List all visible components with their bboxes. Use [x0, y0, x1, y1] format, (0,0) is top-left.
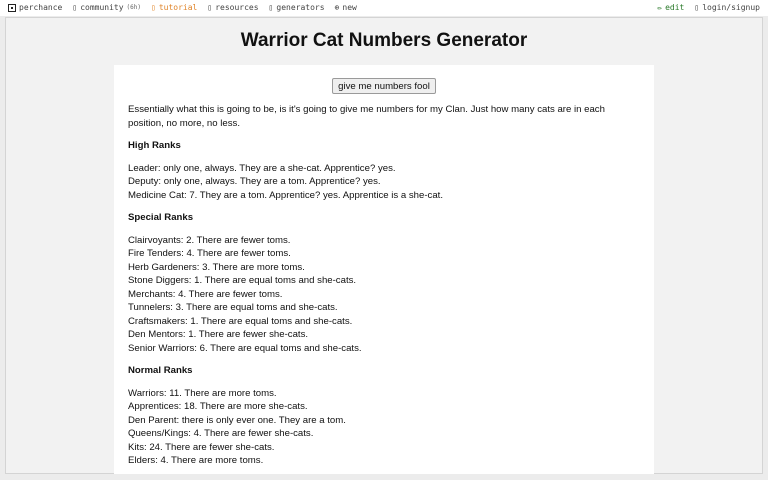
intro-text: Essentially what this is going to be, is… — [128, 104, 605, 129]
rank-line: Kits: 24. There are fewer she-cats. — [128, 441, 275, 453]
pencil-icon: ✏ — [657, 2, 663, 12]
nav-community-count: (6h) — [126, 4, 141, 11]
top-nav-right: ✏ edit ▯ login/signup — [657, 3, 760, 12]
rank-line: Clairvoyants: 2. There are fewer toms. — [128, 234, 291, 246]
book-icon: ▯ — [151, 2, 156, 12]
rank-line: Queens/Kings: 4. There are fewer she-cat… — [128, 428, 314, 439]
nav-login-label: login/signup — [702, 3, 760, 12]
folder-icon: ▯ — [207, 2, 213, 12]
rank-line: Merchants: 4. There are fewer toms. — [128, 288, 283, 300]
top-nav-bar: perchance ▯ community (6h) ▯ tutorial ▯ … — [0, 0, 768, 16]
nav-new-label: new — [342, 3, 357, 12]
nav-tutorial[interactable]: ▯ tutorial — [151, 3, 197, 12]
nav-resources-label: resources — [215, 3, 259, 12]
nav-generators-label: generators — [276, 3, 325, 12]
logo-icon — [8, 3, 16, 12]
user-icon: ▯ — [694, 2, 700, 12]
nav-new[interactable]: ⊕ new — [335, 3, 357, 12]
rank-line: Fire Tenders: 4. There are fewer toms. — [128, 248, 291, 259]
nav-login[interactable]: ▯ login/signup — [694, 3, 760, 12]
section-heading-normal-ranks: Normal Ranks — [128, 365, 193, 376]
rank-line: Apprentices: 18. There are more she-cats… — [128, 401, 308, 412]
rank-line: Leader: only one, always. They are a she… — [128, 162, 396, 174]
button-wrap: give me numbers fool — [128, 78, 640, 94]
rank-line: Den Mentors: 1. There are fewer she-cats… — [128, 329, 309, 340]
rank-line: Warriors: 11. There are more toms. — [128, 387, 277, 399]
list-icon: ▯ — [268, 2, 274, 12]
rank-line: Herb Gardeners: 3. There are more toms. — [128, 261, 305, 273]
top-nav-left: perchance ▯ community (6h) ▯ tutorial ▯ … — [8, 3, 357, 12]
output-panel: give me numbers fool Essentially what th… — [114, 65, 654, 474]
nav-tutorial-label: tutorial — [158, 3, 198, 12]
section-heading-special-ranks: Special Ranks — [128, 212, 194, 223]
nav-generators[interactable]: ▯ generators — [269, 3, 325, 12]
nav-edit-label: edit — [665, 3, 685, 12]
rank-line: Den Parent: there is only ever one. They… — [128, 414, 346, 426]
nav-resources[interactable]: ▯ resources — [207, 3, 258, 12]
rank-line: Deputy: only one, always. They are a tom… — [128, 176, 381, 187]
generate-button[interactable]: give me numbers fool — [332, 78, 436, 94]
rank-line: Craftsmakers: 1. There are equal toms an… — [128, 315, 353, 327]
nav-perchance-label: perchance — [19, 3, 63, 12]
section-heading-high-ranks: High Ranks — [128, 140, 181, 151]
chat-icon: ▯ — [72, 2, 78, 12]
rank-line: Elders: 4. There are more toms. — [128, 455, 264, 466]
nav-community-label: community — [80, 3, 124, 12]
plus-circle-icon: ⊕ — [334, 2, 340, 12]
rank-line: Senior Warriors: 6. There are equal toms… — [128, 342, 362, 354]
rank-line: Medicine Cat: 7. They are a tom. Apprent… — [128, 189, 443, 201]
rank-line: Tunnelers: 3. There are equal toms and s… — [128, 302, 338, 313]
rank-line: Stone Diggers: 1. There are equal toms a… — [128, 275, 357, 286]
nav-edit[interactable]: ✏ edit — [657, 3, 684, 12]
nav-perchance[interactable]: perchance — [8, 3, 62, 12]
page-title: Warrior Cat Numbers Generator — [240, 30, 528, 51]
nav-community[interactable]: ▯ community (6h) — [72, 3, 141, 12]
